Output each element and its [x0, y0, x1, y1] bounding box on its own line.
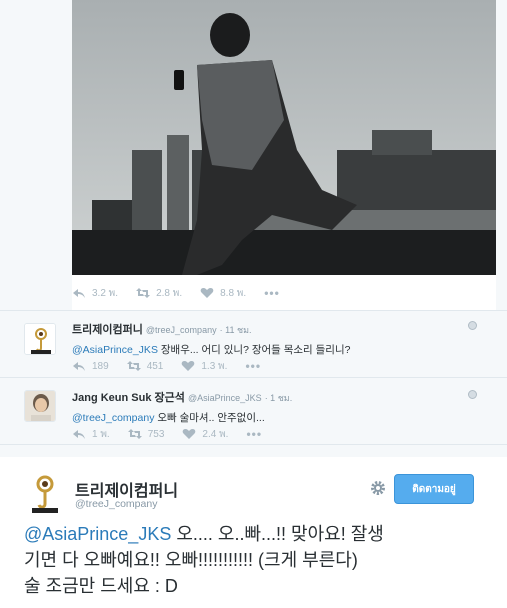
mention-link[interactable]: @AsiaPrince_JKS — [72, 344, 158, 356]
timestamp[interactable]: · 11 ชม. — [220, 325, 252, 335]
gear-icon[interactable] — [369, 479, 387, 497]
like-action[interactable]: 8.8 พ. — [200, 286, 246, 301]
like-count: 8.8 พ. — [220, 287, 247, 299]
reply-tweet[interactable]: Jang Keun Suk 장근석 @AsiaPrince_JKS · 1 ชม… — [0, 378, 507, 444]
tweet-text: @AsiaPrince_JKS 오.... 오..빠...!! 맞아요! 잘생 … — [24, 521, 494, 599]
reply-count: 3.2 พ. — [92, 287, 119, 299]
like-count: 2.4 พ. — [202, 428, 229, 440]
tweet-text-line3: 술 조금만 드세요 : D — [24, 576, 178, 596]
timestamp[interactable]: · 1 ชม. — [265, 393, 293, 403]
display-name[interactable]: 트리제이컴퍼니 — [72, 324, 143, 336]
like-count: 1.3 พ. — [201, 360, 228, 372]
more-options-button[interactable]: ••• — [246, 427, 262, 441]
reply-header: Jang Keun Suk 장근석 @AsiaPrince_JKS · 1 ชม… — [72, 389, 483, 405]
tweet-text-line1: 오.... 오..빠...!! 맞아요! 잘생 — [171, 524, 384, 544]
spacer — [0, 445, 507, 457]
reply-actions: 1 พ. 753 2.4 พ. ••• — [72, 425, 262, 443]
reply-tweet[interactable]: 트리제이컴퍼니 @treeJ_company · 11 ชม. @AsiaPri… — [0, 311, 507, 377]
tweet-text: @treeJ_company 오빠 술마셔.. 안주없이... — [72, 410, 483, 425]
reply-header: 트리제이컴퍼니 @treeJ_company · 11 ชม. — [72, 321, 483, 337]
more-options-button[interactable]: ••• — [245, 359, 261, 373]
avatar[interactable] — [24, 390, 56, 422]
retweet-icon — [126, 360, 141, 372]
main-tweet: 트리제이컴퍼니 @treeJ_company ติดตามอยู่ @AsiaP… — [0, 457, 507, 608]
reply-action[interactable]: 189 — [72, 360, 109, 372]
mention-link[interactable]: @treeJ_company — [72, 412, 154, 424]
retweet-count: 451 — [146, 360, 164, 372]
reply-count: 1 พ. — [92, 428, 110, 440]
heart-icon — [181, 360, 195, 372]
following-button[interactable]: ติดตามอยู่ — [394, 474, 474, 504]
reply-actions: 189 451 1.3 พ. ••• — [72, 357, 261, 375]
reply-action[interactable]: 3.2 พ. — [72, 286, 118, 301]
photo-tweet-actions: 3.2 พ. 2.8 พ. 8.8 พ. ••• — [72, 284, 280, 302]
mention-link[interactable]: @AsiaPrince_JKS — [24, 524, 171, 544]
reply-action[interactable]: 1 พ. — [72, 427, 110, 442]
photo-tweet-column: 3.2 พ. 2.8 พ. 8.8 พ. ••• — [72, 0, 496, 310]
like-action[interactable]: 2.4 พ. — [182, 427, 228, 442]
heart-icon — [200, 287, 214, 299]
username[interactable]: @treeJ_company — [146, 325, 217, 335]
reply-icon — [72, 287, 86, 299]
retweet-action[interactable]: 753 — [127, 428, 165, 440]
avatar[interactable] — [24, 472, 66, 514]
like-action[interactable]: 1.3 พ. — [181, 359, 227, 374]
retweet-action[interactable]: 451 — [126, 360, 164, 372]
retweet-icon — [136, 287, 151, 299]
retweet-icon — [127, 428, 142, 440]
heart-icon — [182, 428, 196, 440]
retweet-action[interactable]: 2.8 พ. — [136, 286, 182, 301]
tweet-text-body: 장배우... 어디 있니? 장어들 목소리 들리니? — [157, 344, 351, 356]
tweet-text: @AsiaPrince_JKS 장배우... 어디 있니? 장어들 목소리 들리… — [72, 342, 483, 357]
globe-icon — [468, 390, 477, 399]
avatar[interactable] — [24, 323, 56, 355]
reply-icon — [72, 428, 86, 440]
reply-body: 트리제이컴퍼니 @treeJ_company · 11 ชม. @AsiaPri… — [72, 321, 483, 357]
tweet-photo[interactable] — [72, 0, 496, 275]
retweet-count: 2.8 พ. — [156, 287, 183, 299]
more-options-button[interactable]: ••• — [264, 286, 280, 300]
display-name[interactable]: Jang Keun Suk 장근석 — [72, 392, 185, 404]
username[interactable]: @treeJ_company — [75, 498, 157, 510]
retweet-count: 753 — [147, 428, 165, 440]
photo-tweet: 3.2 พ. 2.8 พ. 8.8 พ. ••• — [0, 0, 507, 310]
globe-icon — [468, 321, 477, 330]
tweet-text-line2: 기면 다 오빠예요!! 오빠!!!!!!!!!!! (크게 부른다) — [24, 550, 358, 570]
tweet-text-body: 오빠 술마셔.. 안주없이... — [154, 412, 265, 424]
username[interactable]: @AsiaPrince_JKS — [188, 393, 262, 403]
reply-icon — [72, 360, 86, 372]
reply-count: 189 — [92, 360, 109, 372]
reply-body: Jang Keun Suk 장근석 @AsiaPrince_JKS · 1 ชม… — [72, 389, 483, 425]
